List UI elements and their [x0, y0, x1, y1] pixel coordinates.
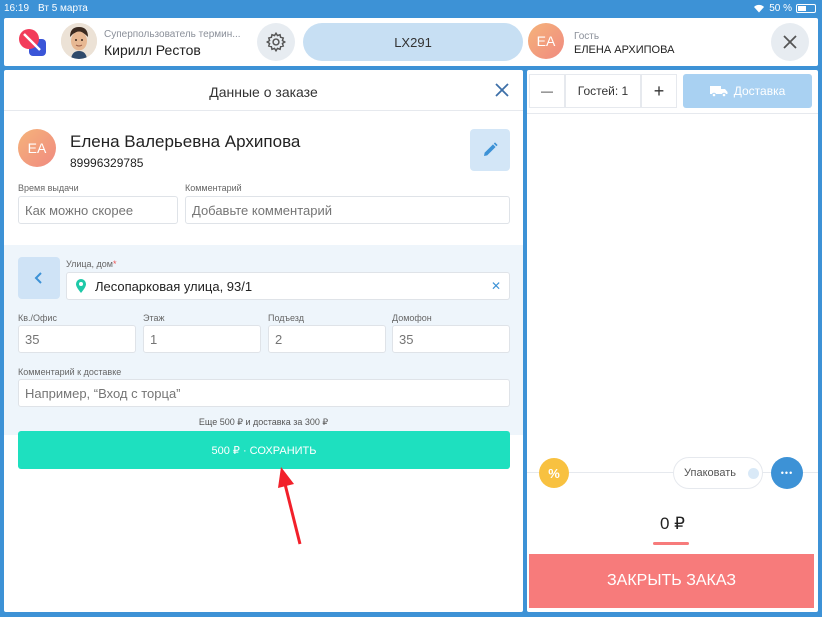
- table-code-label: LX291: [394, 34, 432, 50]
- status-time: 16:19: [4, 3, 30, 14]
- address-back-button[interactable]: [18, 257, 60, 299]
- close-order-button[interactable]: ЗАКРЫТЬ ЗАКАЗ: [529, 554, 814, 608]
- comment-label: Комментарий: [185, 183, 242, 193]
- pack-toggle[interactable]: Упаковать: [673, 457, 763, 489]
- gear-icon: [265, 31, 287, 53]
- guests-plus-button[interactable]: +: [641, 74, 677, 108]
- user-name: Кирилл Рестов: [104, 42, 201, 58]
- comment-input[interactable]: [185, 196, 510, 224]
- status-date: Вт 5 марта: [38, 3, 88, 14]
- minus-icon: —: [541, 84, 553, 98]
- intercom-label: Домофон: [392, 313, 432, 323]
- annotation-arrow: [278, 467, 302, 545]
- guest-name: ЕЛЕНА АРХИПОВА: [574, 44, 675, 56]
- battery-icon: [796, 4, 816, 13]
- apartment-input[interactable]: [18, 325, 136, 353]
- plus-icon: +: [653, 80, 665, 101]
- order-total: 0 ₽: [660, 514, 685, 533]
- guest-label: Гость: [574, 31, 600, 42]
- pickup-time-label: Время выдачи: [18, 183, 79, 193]
- guest-initials: EA: [536, 33, 556, 49]
- battery-percent: 50 %: [769, 3, 792, 14]
- close-icon: [783, 35, 797, 49]
- map-pin-icon: [76, 279, 86, 293]
- close-icon[interactable]: [494, 82, 510, 98]
- total-underline: [653, 542, 689, 545]
- discount-button[interactable]: %: [539, 458, 569, 488]
- clear-street-icon[interactable]: ✕: [491, 279, 501, 293]
- edit-customer-button[interactable]: [470, 129, 510, 171]
- customer-phone: 89996329785: [70, 156, 144, 170]
- user-avatar: [61, 23, 97, 59]
- street-value: Лесопарковая улица, 93/1: [95, 279, 253, 294]
- pack-label: Упаковать: [684, 467, 736, 479]
- floor-label: Этаж: [143, 313, 165, 323]
- apartment-label: Кв./Офис: [18, 313, 57, 323]
- chevron-left-icon: [34, 272, 42, 284]
- pencil-icon: [484, 142, 498, 156]
- delivery-comment-label: Комментарий к доставке: [18, 367, 122, 377]
- header-close-button[interactable]: [771, 23, 809, 61]
- header: Суперпользователь термин... Кирилл Ресто…: [4, 18, 818, 66]
- order-details-panel: Данные о заказе EA Елена Валерьевна Архи…: [4, 70, 523, 612]
- cart-panel: — Гостей: 1 + Доставка % Упаковать ••• 0…: [527, 70, 818, 612]
- toggle-knob: [748, 467, 759, 479]
- customer-initials: EA: [27, 140, 47, 156]
- status-right: 50 %: [753, 3, 816, 14]
- divider: [4, 110, 523, 111]
- entrance-input[interactable]: [268, 325, 386, 353]
- panel-title: Данные о заказе: [209, 84, 318, 100]
- entrance-label: Подъезд: [268, 313, 304, 323]
- pickup-time-input[interactable]: [18, 196, 178, 224]
- app-logo: [19, 29, 46, 56]
- customer-name: Елена Валерьевна Архипова: [70, 132, 301, 151]
- guest-avatar: EA: [528, 23, 564, 59]
- delivery-button-label: Доставка: [733, 84, 786, 98]
- street-label: Улица, дом*: [66, 259, 117, 269]
- save-button-label: 500 ₽ · СОХРАНИТЬ: [211, 444, 317, 457]
- settings-button[interactable]: [257, 23, 295, 61]
- percent-icon: %: [548, 465, 560, 481]
- required-mark: *: [113, 259, 117, 269]
- customer-avatar: EA: [18, 129, 56, 167]
- user-role: Суперпользователь термин...: [104, 29, 241, 40]
- more-icon: •••: [780, 468, 794, 478]
- status-bar: 16:19 Вт 5 марта 50 %: [0, 0, 822, 18]
- save-button[interactable]: 500 ₽ · СОХРАНИТЬ: [18, 431, 510, 469]
- close-order-label: ЗАКРЫТЬ ЗАКАЗ: [606, 572, 737, 589]
- intercom-input[interactable]: [392, 325, 510, 353]
- truck-icon: [709, 86, 728, 97]
- street-input[interactable]: Лесопарковая улица, 93/1 ✕: [66, 272, 510, 300]
- more-button[interactable]: •••: [771, 457, 803, 489]
- street-label-text: Улица, дом: [66, 259, 113, 269]
- guests-count: Гостей: 1: [565, 74, 641, 108]
- wifi-icon: [754, 4, 765, 13]
- delivery-hint: Еще 500 ₽ и доставка за 300 ₽: [198, 417, 329, 427]
- guests-minus-button[interactable]: —: [529, 74, 565, 108]
- guests-count-label: Гостей: 1: [577, 84, 629, 98]
- delivery-button[interactable]: Доставка: [683, 74, 812, 108]
- floor-input[interactable]: [143, 325, 261, 353]
- table-code-button[interactable]: LX291: [303, 23, 523, 61]
- delivery-comment-input[interactable]: [18, 379, 510, 407]
